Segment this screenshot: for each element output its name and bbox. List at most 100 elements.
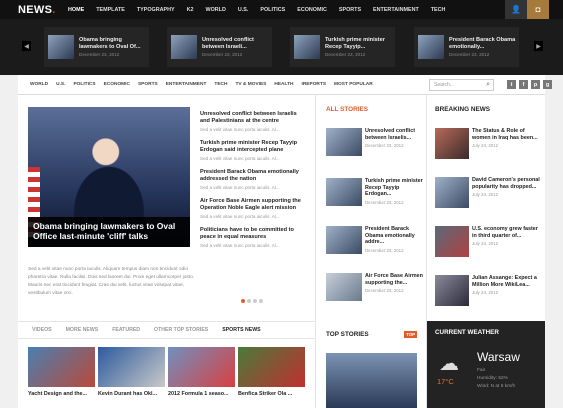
slider-dot[interactable] (259, 299, 263, 303)
ticker-item[interactable]: Turkish prime minister Recep Tayyip... De… (290, 27, 395, 67)
search-input[interactable]: Search... ⌕ (429, 79, 494, 91)
weather-city: Warsaw (477, 350, 520, 364)
story-item[interactable]: U.S. economy grew faster in third quarte… (435, 226, 543, 257)
rss-icon[interactable]: ◘ (527, 0, 549, 19)
list-item-title[interactable]: President Barack Obama emotionally addre… (200, 169, 308, 183)
nav-us[interactable]: U.S. (238, 7, 248, 13)
tab-featured[interactable]: FEATURED (112, 327, 140, 333)
story-item[interactable]: Unresolved conflict between Israelis... D… (326, 128, 426, 156)
nav-typography[interactable]: TYPOGRAPHY (137, 7, 175, 13)
story-item[interactable]: President Barack Obama emotionally addre… (326, 226, 426, 254)
nav-tech[interactable]: TECH (431, 7, 446, 13)
slider-dot[interactable] (247, 299, 251, 303)
slider-dot[interactable] (241, 299, 245, 303)
sports-item[interactable]: 2012 Formula 1 seaso... (168, 347, 235, 397)
list-item-title[interactable]: Turkish prime minister Recep Tayyip Erdo… (200, 140, 308, 154)
story-item[interactable]: Turkish prime minister Recep Tayyip Erdo… (326, 178, 426, 206)
story-title[interactable]: The Status & Role of women in Iraq has b… (472, 128, 540, 141)
nav-k2[interactable]: K2 (187, 7, 194, 13)
ticker-title: Obama bringing lawmakers to Oval Of... (79, 37, 141, 50)
sports-title[interactable]: Benfica Striker Ola ... (238, 391, 305, 397)
subnav-us[interactable]: U.S. (56, 82, 65, 87)
story-item[interactable]: The Status & Role of women in Iraq has b… (435, 128, 543, 159)
story-thumbnail[interactable] (326, 226, 362, 254)
featured-caption[interactable]: Obama bringing lawmakers to Oval Office … (28, 217, 190, 247)
story-thumbnail[interactable] (435, 226, 469, 257)
subnav-most-popular[interactable]: MOST POPULAR (334, 82, 373, 87)
subnav-tv-movies[interactable]: TV & MOVIES (235, 82, 266, 87)
nav-politics[interactable]: POLITICS (260, 7, 285, 13)
story-item[interactable]: David Cameron's personal popularity has … (435, 177, 543, 208)
sports-thumbnail[interactable] (168, 347, 235, 387)
list-item[interactable]: Politicians have to be committed to peac… (200, 227, 308, 248)
story-title[interactable]: Air Force Base Airmen supporting the... (365, 273, 426, 286)
logo-dot: . (52, 3, 56, 16)
sports-title[interactable]: Yacht Design and the... (28, 391, 95, 397)
nav-entertainment[interactable]: ENTERTAINMENT (373, 7, 419, 13)
subnav-health[interactable]: HEALTH (274, 82, 293, 87)
top-story-image[interactable] (326, 353, 417, 408)
nav-home[interactable]: HOME (68, 7, 84, 13)
list-item[interactable]: President Barack Obama emotionally addre… (200, 169, 308, 190)
story-title[interactable]: Unresolved conflict between Israelis... (365, 128, 426, 141)
tab-sports-news[interactable]: SPORTS NEWS (222, 327, 260, 333)
story-title[interactable]: David Cameron's personal popularity has … (472, 177, 540, 190)
sports-item[interactable]: Yacht Design and the... (28, 347, 95, 397)
sports-thumbnail[interactable] (28, 347, 95, 387)
pinterest-icon[interactable]: p (531, 80, 540, 89)
sports-thumbnail[interactable] (98, 347, 165, 387)
ticker-prev-icon[interactable]: ◀ (22, 41, 31, 51)
sports-title[interactable]: Kevin Durant has Okl... (98, 391, 165, 397)
story-thumbnail[interactable] (326, 273, 362, 301)
story-thumbnail[interactable] (435, 275, 469, 306)
sports-item[interactable]: Benfica Striker Ola ... (238, 347, 305, 397)
list-item[interactable]: Air Force Base Airmen supporting the Ope… (200, 198, 308, 219)
story-title[interactable]: Julian Assange: Expect a Million More Wi… (472, 275, 540, 288)
subnav-tech[interactable]: TECH (214, 82, 227, 87)
story-date: July 24, 2012 (472, 290, 499, 295)
ticker-item[interactable]: Unresolved conflict between Israeli... De… (167, 27, 272, 67)
site-logo[interactable]: NEWS. (18, 4, 68, 16)
slider-dot[interactable] (253, 299, 257, 303)
nav-economic[interactable]: ECONOMIC (297, 7, 327, 13)
list-item[interactable]: Turkish prime minister Recep Tayyip Erdo… (200, 140, 308, 161)
ticker-next-icon[interactable]: ▶ (534, 41, 543, 51)
story-thumbnail[interactable] (326, 178, 362, 206)
facebook-icon[interactable]: f (519, 80, 528, 89)
sports-title[interactable]: 2012 Formula 1 seaso... (168, 391, 235, 397)
nav-template[interactable]: TEMPLATE (96, 7, 125, 13)
tab-videos[interactable]: VIDEOS (32, 327, 52, 333)
list-item[interactable]: Unresolved conflict between Israelis and… (200, 111, 308, 132)
featured-column: Obama bringing lawmakers to Oval Office … (18, 95, 316, 408)
nav-world[interactable]: WORLD (206, 7, 226, 13)
featured-image[interactable]: Obama bringing lawmakers to Oval Office … (28, 107, 190, 247)
ticker-item[interactable]: President Barack Obama emotionally... Dec… (414, 27, 519, 67)
story-thumbnail[interactable] (326, 128, 362, 156)
story-thumbnail[interactable] (435, 128, 469, 159)
story-item[interactable]: Julian Assange: Expect a Million More Wi… (435, 275, 543, 306)
list-item-title[interactable]: Politicians have to be committed to peac… (200, 227, 308, 241)
story-title[interactable]: U.S. economy grew faster in third quarte… (472, 226, 540, 239)
sports-thumbnail[interactable] (238, 347, 305, 387)
tab-more-news[interactable]: MORE NEWS (66, 327, 99, 333)
story-title[interactable]: President Barack Obama emotionally addre… (365, 226, 426, 246)
google-plus-icon[interactable]: g (543, 80, 552, 89)
story-item[interactable]: Air Force Base Airmen supporting the... D… (326, 273, 426, 301)
list-item-title[interactable]: Unresolved conflict between Israelis and… (200, 111, 308, 125)
tab-other-top-stories[interactable]: OTHER TOP STORIES (154, 327, 208, 333)
search-icon[interactable]: ⌕ (486, 81, 490, 89)
nav-sports[interactable]: SPORTS (339, 7, 361, 13)
subnav-world[interactable]: WORLD (30, 82, 48, 87)
story-title[interactable]: Turkish prime minister Recep Tayyip Erdo… (365, 178, 426, 198)
subnav-ireports[interactable]: IREPORTS (302, 82, 327, 87)
user-icon[interactable]: 👤 (505, 0, 527, 19)
list-item-title[interactable]: Air Force Base Airmen supporting the Ope… (200, 198, 308, 212)
story-thumbnail[interactable] (435, 177, 469, 208)
sports-item[interactable]: Kevin Durant has Okl... (98, 347, 165, 397)
subnav-politics[interactable]: POLITICS (73, 82, 95, 87)
subnav-entertainment[interactable]: ENTERTAINMENT (166, 82, 207, 87)
subnav-economic[interactable]: ECONOMIC (104, 82, 130, 87)
subnav-sports[interactable]: SPORTS (138, 82, 158, 87)
twitter-icon[interactable]: t (507, 80, 516, 89)
ticker-item[interactable]: Obama bringing lawmakers to Oval Of... De… (44, 27, 149, 67)
